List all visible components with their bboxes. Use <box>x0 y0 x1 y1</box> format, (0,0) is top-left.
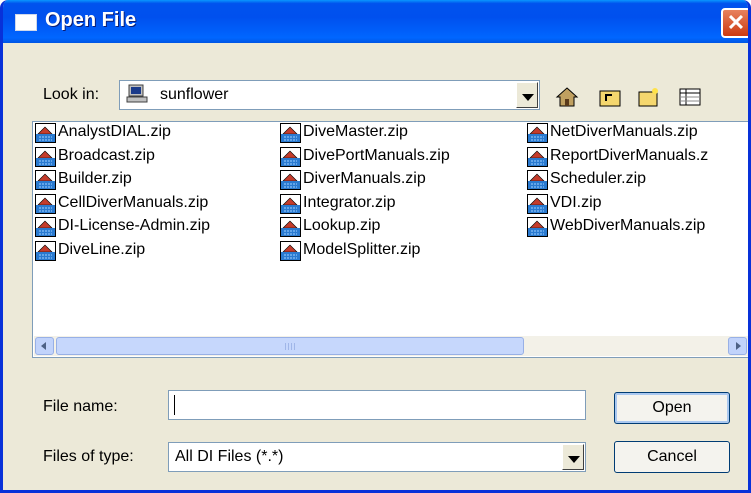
file-name: VDI.zip <box>550 193 602 211</box>
file-name: DivePortManuals.zip <box>303 146 450 164</box>
file-name: Lookup.zip <box>303 217 381 234</box>
zip-file-icon <box>527 193 548 214</box>
file-name: Builder.zip <box>58 170 132 187</box>
file-type-label: Files of type: <box>43 448 134 465</box>
back-home-icon[interactable] <box>555 86 579 108</box>
file-type-value: All DI Files (*.*) <box>175 448 284 465</box>
look-in-dropdown-button[interactable] <box>516 82 538 108</box>
look-in-value: sunflower <box>160 86 229 103</box>
file-name: DI-License-Admin.zip <box>58 217 211 234</box>
file-type-select[interactable]: All DI Files (*.*) <box>168 442 586 472</box>
scroll-thumb[interactable] <box>56 337 524 355</box>
cancel-button[interactable]: Cancel <box>614 441 730 473</box>
window-icon <box>15 14 37 31</box>
thumb-grip-icon <box>285 343 297 350</box>
file-name: Integrator.zip <box>303 193 396 211</box>
look-in-label: Look in: <box>43 86 100 103</box>
file-name: DiveLine.zip <box>58 240 146 258</box>
zip-file-icon <box>35 240 56 261</box>
file-name: AnalystDIAL.zip <box>58 123 171 140</box>
zip-file-icon <box>280 240 301 261</box>
look-in-select[interactable]: sunflower <box>119 80 540 110</box>
file-name: ModelSplitter.zip <box>303 240 421 258</box>
zip-file-icon <box>35 170 56 190</box>
scroll-right-button[interactable] <box>728 337 747 355</box>
file-list[interactable]: AnalystDIAL.zip Broadcast.zip Builder.zip C… <box>32 121 748 358</box>
scroll-left-button[interactable] <box>35 337 54 355</box>
zip-file-icon <box>280 217 301 237</box>
zip-file-icon <box>527 146 548 167</box>
new-folder-icon[interactable] <box>637 86 661 108</box>
zip-file-icon <box>280 170 301 190</box>
zip-file-icon <box>35 193 56 214</box>
horizontal-scrollbar[interactable] <box>34 336 748 356</box>
zip-file-icon <box>527 170 548 190</box>
file-name: CellDiverManuals.zip <box>58 193 209 211</box>
file-name: WebDiverManuals.zip <box>550 217 706 234</box>
text-caret <box>174 395 175 415</box>
file-name: NetDiverManuals.zip <box>550 123 698 140</box>
file-name-label: File name: <box>43 398 118 415</box>
file-name-input[interactable] <box>168 390 586 420</box>
file-name: DiveMaster.zip <box>303 123 408 140</box>
window-title: Open File <box>45 9 137 31</box>
file-type-dropdown-button[interactable] <box>562 444 584 470</box>
details-view-icon[interactable] <box>678 86 702 108</box>
zip-file-icon <box>527 217 548 237</box>
zip-file-icon <box>35 217 56 237</box>
open-button[interactable]: Open <box>614 392 730 424</box>
open-file-dialog: Open File ✕ Look in: sunflower AnalystDI… <box>0 0 751 493</box>
zip-file-icon <box>280 193 301 214</box>
file-name: DiverManuals.zip <box>303 170 426 187</box>
title-bar[interactable]: Open File ✕ <box>3 0 748 43</box>
file-name: Broadcast.zip <box>58 146 155 164</box>
zip-file-icon <box>35 146 56 167</box>
zip-file-icon <box>280 146 301 167</box>
zip-file-icon <box>527 123 548 143</box>
file-name: ReportDiverManuals.z <box>550 146 709 164</box>
up-folder-icon[interactable] <box>598 86 622 108</box>
file-name: Scheduler.zip <box>550 170 647 187</box>
zip-file-icon <box>35 123 56 143</box>
close-button[interactable]: ✕ <box>721 8 748 38</box>
computer-icon <box>126 84 148 103</box>
zip-file-icon <box>280 123 301 143</box>
